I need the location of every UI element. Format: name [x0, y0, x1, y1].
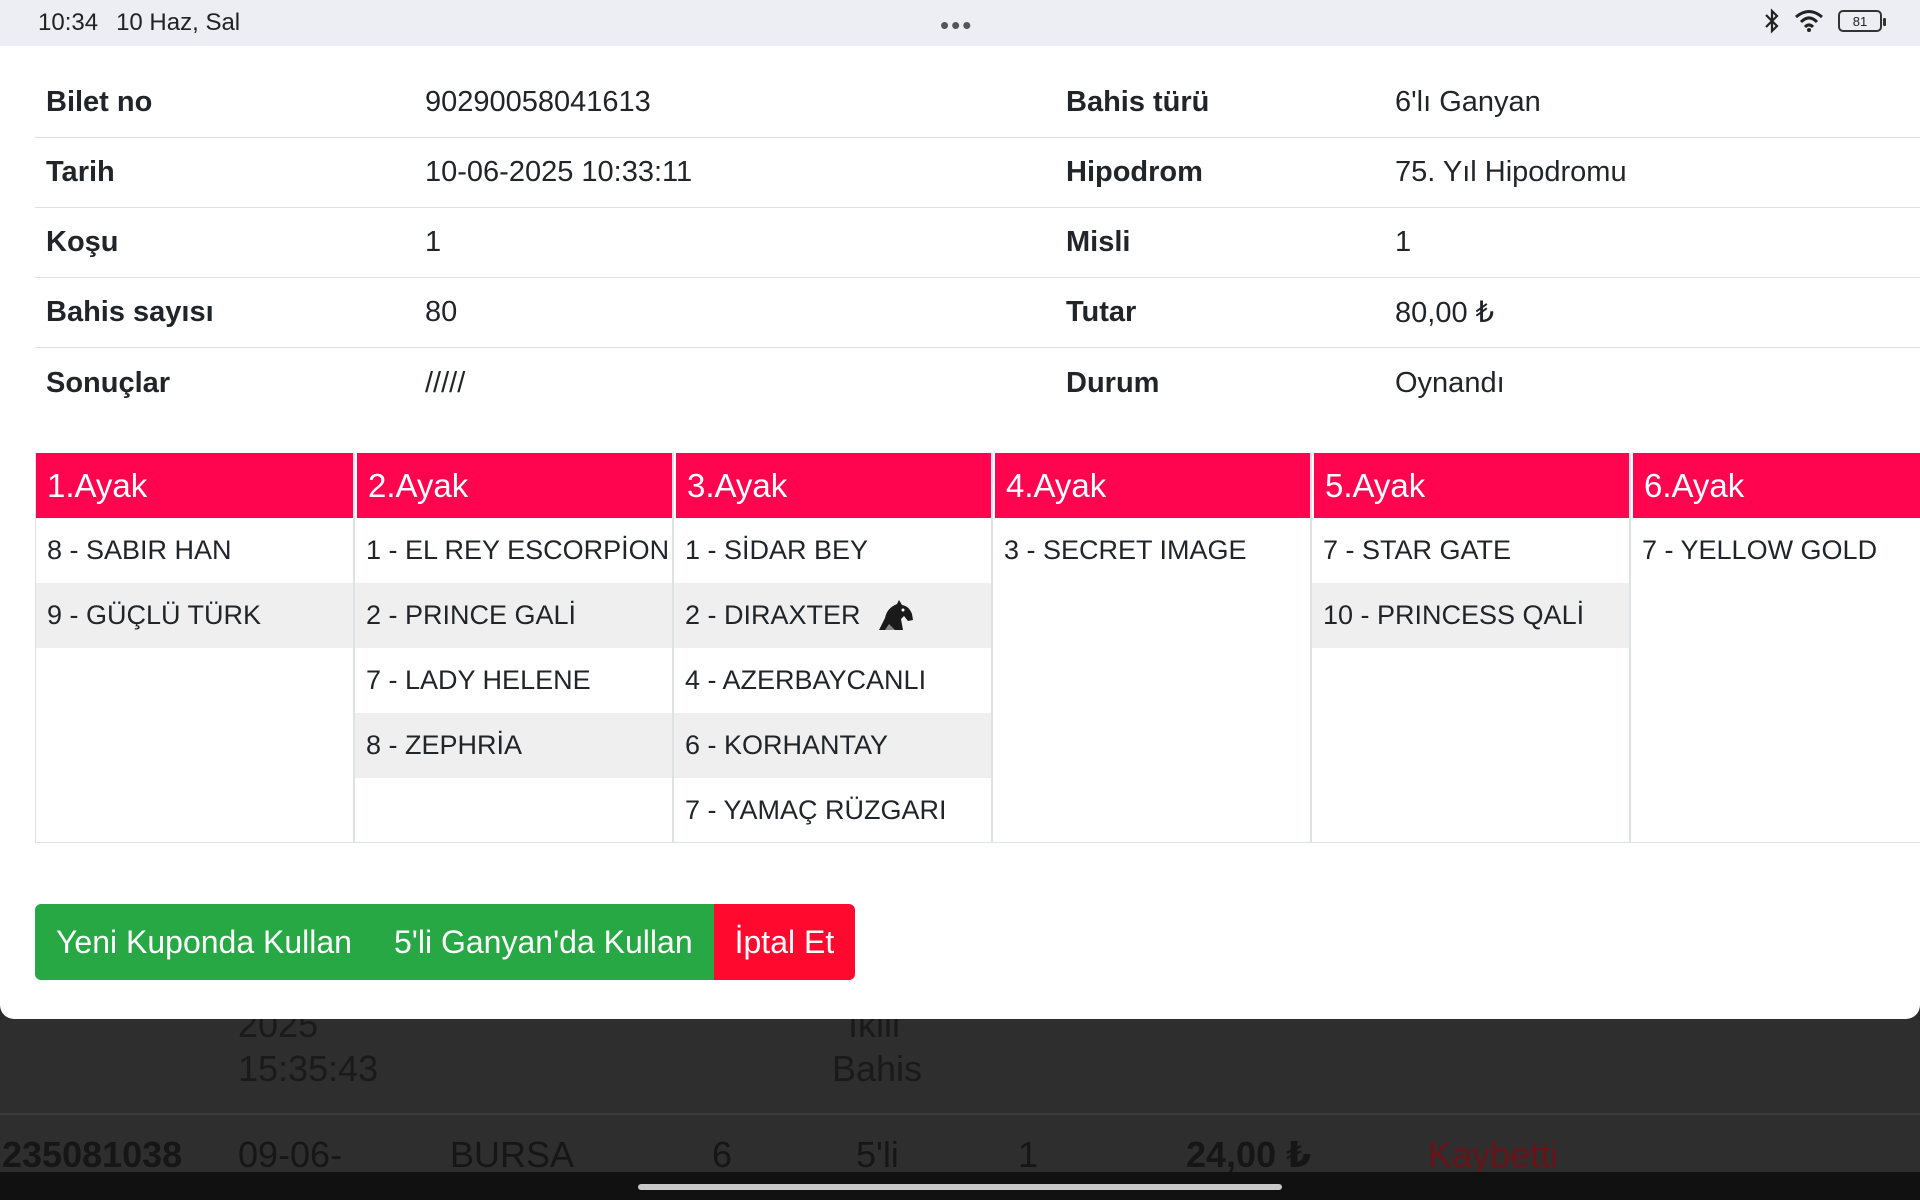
value-ticket-no: 90290058041613 — [425, 86, 651, 118]
status-icons: 81 — [1764, 8, 1886, 34]
list-item: 2 - PRINCE GALİ — [355, 583, 672, 648]
label-amount: Tutar — [1066, 296, 1137, 328]
label-hippodrome: Hipodrom — [1066, 156, 1203, 188]
list-item: 2 - DIRAXTER — [674, 583, 991, 648]
value-status: Oynandı — [1395, 366, 1505, 399]
list-item: 4 - AZERBAYCANLI — [685, 665, 927, 695]
bg-multi: 1 — [1018, 1134, 1039, 1175]
list-item: 1 - SİDAR BEY — [685, 535, 869, 565]
bg-coupon-id: 235081038 — [2, 1134, 183, 1175]
leg-column-6: 6.Ayak 7 - YELLOW GOLD — [1630, 453, 1920, 843]
leg-header: 2.Ayak — [355, 453, 672, 518]
info-row-results: Sonuçlar ///// Durum Oynandı — [35, 348, 1920, 418]
list-item: 10 - PRINCESS QALİ — [1312, 583, 1629, 648]
use-in-5li-ganyan-button[interactable]: 5'li Ganyan'da Kullan — [372, 904, 714, 980]
bg-bet-type: 5'li — [856, 1134, 899, 1175]
bluetooth-icon — [1765, 8, 1779, 34]
value-hippodrome: 75. Yıl Hipodromu — [1395, 156, 1627, 188]
status-bar: 10:34 10 Haz, Sal ••• 81 — [0, 0, 1920, 46]
ticket-detail-modal: Bilet no 90290058041613 Bahis türü 6'lı … — [0, 46, 1920, 1019]
value-results: ///// — [425, 366, 466, 399]
leg-header: 3.Ayak — [674, 453, 991, 518]
leg-column-2: 2.Ayak 1 - EL REY ESCORPİON 2 - PRINCE G… — [354, 453, 673, 843]
leg-column-5: 5.Ayak 7 - STAR GATE 10 - PRINCESS QALİ — [1311, 453, 1630, 843]
cancel-ticket-button[interactable]: İptal Et — [713, 904, 856, 980]
bg-amount: 24,00 ₺ — [1186, 1134, 1312, 1175]
horse-head-icon — [878, 599, 913, 630]
list-item: 7 - LADY HELENE — [366, 665, 591, 695]
wifi-icon — [1795, 10, 1823, 32]
value-amount: 80,00 ₺ — [1395, 297, 1495, 329]
list-item: 8 - ZEPHRİA — [355, 713, 672, 778]
list-item: 7 - YAMAÇ RÜZGARI — [685, 795, 947, 825]
list-item: 9 - GÜÇLÜ TÜRK — [36, 583, 353, 648]
info-row-ticket-no: Bilet no 90290058041613 Bahis türü 6'lı … — [35, 68, 1920, 138]
value-date: 10-06-2025 10:33:11 — [425, 156, 693, 188]
list-item: 3 - SECRET IMAGE — [1004, 535, 1247, 565]
bg-type-b: Bahis — [832, 1048, 923, 1089]
leg-column-4: 4.Ayak 3 - SECRET IMAGE — [992, 453, 1311, 843]
window-menu-icon[interactable]: ••• — [940, 10, 973, 41]
bg-race: 6 — [712, 1134, 733, 1175]
use-in-new-coupon-button[interactable]: Yeni Kuponda Kullan — [35, 904, 373, 980]
list-item: 7 - STAR GATE — [1323, 535, 1512, 565]
leg-column-1: 1.Ayak 8 - SABIR HAN 9 - GÜÇLÜ TÜRK — [35, 453, 354, 843]
bg-date-time: 15:35:43 — [238, 1048, 379, 1089]
label-bet-type: Bahis türü — [1066, 86, 1210, 118]
label-ticket-no: Bilet no — [46, 86, 153, 118]
bg-divider — [0, 1113, 1920, 1115]
horse-name: 2 - DIRAXTER — [685, 600, 861, 630]
value-bet-type: 6'lı Ganyan — [1395, 86, 1541, 118]
leg-column-3: 3.Ayak 1 - SİDAR BEY 2 - DIRAXTER 4 - AZ… — [673, 453, 992, 843]
leg-header: 5.Ayak — [1312, 453, 1629, 518]
info-row-race: Koşu 1 Misli 1 — [35, 208, 1920, 278]
label-multiplier: Misli — [1066, 226, 1131, 258]
label-date: Tarih — [46, 156, 115, 188]
info-row-date: Tarih 10-06-2025 10:33:11 Hipodrom 75. Y… — [35, 138, 1920, 208]
battery-level: 81 — [1852, 13, 1868, 29]
value-multiplier: 1 — [1395, 226, 1412, 258]
bg-track: BURSA — [450, 1134, 575, 1175]
list-item: 1 - EL REY ESCORPİON — [366, 535, 670, 565]
status-time: 10:34 — [38, 9, 99, 36]
info-row-bet-count: Bahis sayısı 80 Tutar 80,00 ₺ — [35, 278, 1920, 348]
action-button-group: Yeni Kuponda Kullan 5'li Ganyan'da Kulla… — [35, 904, 856, 980]
ticket-info-table: Bilet no 90290058041613 Bahis türü 6'lı … — [35, 68, 1920, 418]
battery-icon: 81 — [1838, 10, 1886, 32]
value-bet-count: 80 — [425, 296, 458, 328]
leg-header: 1.Ayak — [36, 453, 353, 518]
label-status: Durum — [1066, 366, 1160, 399]
legs-grid: 1.Ayak 8 - SABIR HAN 9 - GÜÇLÜ TÜRK 2.Ay… — [35, 453, 1920, 843]
label-race: Koşu — [46, 226, 119, 258]
leg-header: 4.Ayak — [993, 453, 1310, 518]
label-bet-count: Bahis sayısı — [46, 296, 214, 328]
value-race: 1 — [425, 226, 442, 258]
list-item: 7 - YELLOW GOLD — [1642, 535, 1878, 565]
list-item: 8 - SABIR HAN — [47, 535, 232, 565]
label-results: Sonuçlar — [46, 366, 171, 399]
bg-status: Kaybetti — [1428, 1134, 1559, 1175]
status-date: 10 Haz, Sal — [116, 9, 241, 36]
bg-date: 09-06- — [238, 1134, 343, 1175]
gesture-handle[interactable] — [638, 1184, 1282, 1190]
list-item: 6 - KORHANTAY — [674, 713, 991, 778]
leg-header: 6.Ayak — [1631, 453, 1920, 518]
